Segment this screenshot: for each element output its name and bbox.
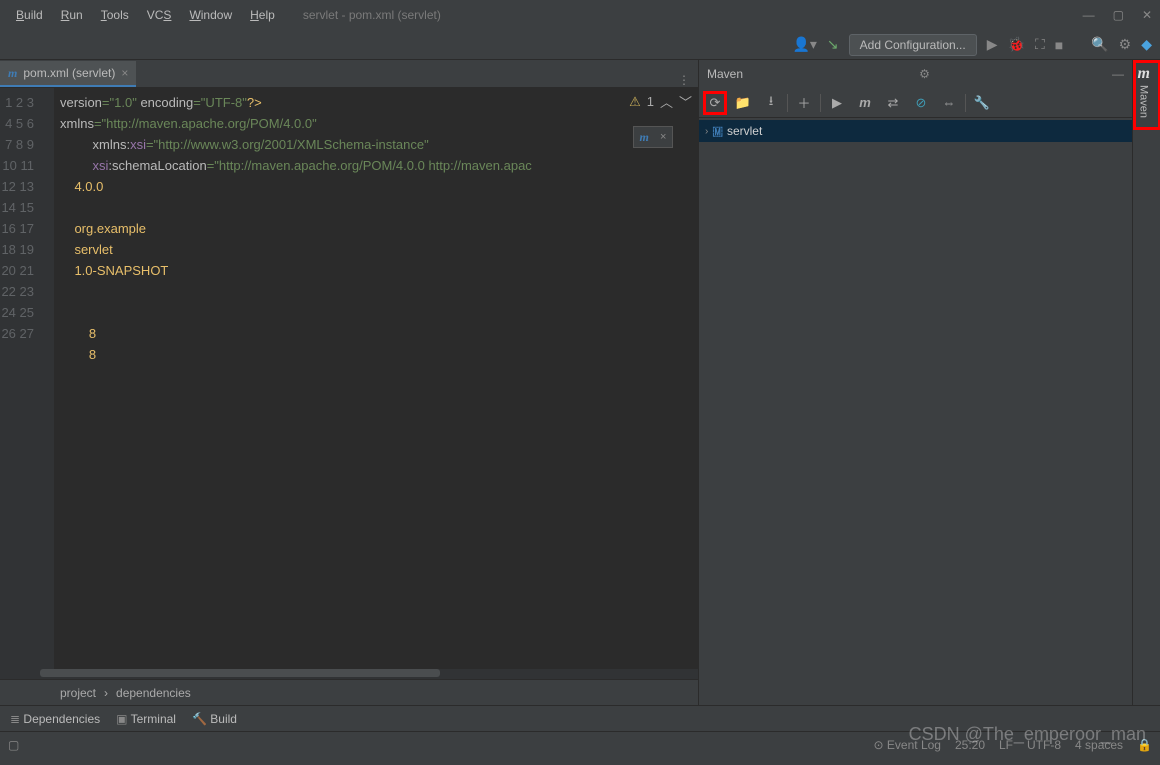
maven-logo-icon: m (1138, 65, 1156, 83)
maven-title: Maven (707, 67, 743, 81)
coverage-icon[interactable]: ⛶ (1035, 36, 1045, 53)
crumb-project[interactable]: project (60, 686, 96, 700)
stop-icon[interactable]: ■ (1055, 37, 1063, 53)
ide-icon[interactable]: ◆ (1141, 36, 1152, 53)
menu-tools[interactable]: Tools (93, 4, 137, 26)
nav-up-icon[interactable]: ︿ (660, 92, 673, 111)
run-icon[interactable]: ▶ (987, 36, 998, 53)
maven-wrench-icon[interactable]: 🔧 (970, 91, 994, 115)
event-log-link[interactable]: ⊙ Event Log (874, 738, 941, 752)
horizontal-scrollbar[interactable] (0, 669, 698, 679)
line-ending[interactable]: LF (999, 738, 1013, 752)
warning-count: 1 (647, 94, 654, 109)
lock-icon[interactable]: 🔒 (1137, 738, 1152, 752)
caret-position[interactable]: 25:20 (955, 738, 985, 752)
tab-close-icon[interactable]: × (121, 66, 128, 80)
hammer-icon[interactable]: ↘ (827, 36, 839, 53)
maven-tool-tab[interactable]: m Maven (1133, 60, 1160, 130)
maven-widget-icon: m (640, 130, 649, 145)
file-encoding[interactable]: UTF-8 (1027, 738, 1061, 752)
indent-setting[interactable]: 4 spaces (1075, 738, 1123, 752)
maven-panel-header: Maven ⚙ — (699, 60, 1132, 88)
maven-m-icon[interactable]: m (853, 91, 877, 115)
crumb-sep: › (104, 686, 108, 700)
close-icon[interactable]: ✕ (1142, 8, 1152, 22)
maven-file-icon: m (8, 66, 17, 81)
tree-expand-icon[interactable]: › (705, 126, 708, 137)
menu-help[interactable]: Help (242, 4, 283, 26)
menu-run[interactable]: Run (53, 4, 91, 26)
maven-hide-icon[interactable]: — (1112, 67, 1124, 81)
maven-run-icon[interactable]: ▶ (825, 91, 849, 115)
menu-build[interactable]: Build (8, 4, 51, 26)
maven-project-node[interactable]: › 🇲 servlet (699, 120, 1132, 142)
maven-module-icon: 🇲 (712, 124, 723, 139)
debug-icon[interactable]: 🐞 (1008, 36, 1025, 53)
minimize-icon[interactable]: — (1083, 8, 1095, 22)
warning-icon[interactable]: ⚠ (629, 94, 641, 110)
crumb-dependencies[interactable]: dependencies (116, 686, 191, 700)
nav-down-icon[interactable]: ﹀ (679, 92, 692, 111)
terminal-tool[interactable]: ▣ Terminal (116, 712, 176, 726)
maven-project-label: servlet (727, 124, 762, 138)
dependencies-tool[interactable]: ≣ Dependencies (10, 712, 100, 726)
tab-label: pom.xml (servlet) (23, 66, 115, 80)
fold-gutter[interactable] (42, 88, 54, 669)
line-gutter: 1 2 3 4 5 6 7 8 9 10 11 12 13 14 15 16 1… (0, 88, 42, 669)
maven-toolbar: ⟳ 📁 ⭳ ＋ ▶ m ⇄ ⊘ ⇔ 🔧 (699, 88, 1132, 118)
user-icon[interactable]: 👤▾ (792, 36, 816, 53)
maven-add-icon[interactable]: ＋ (792, 91, 816, 115)
maven-side-label: Maven (1138, 85, 1150, 118)
menu-window[interactable]: Window (181, 4, 240, 26)
maven-float-widget[interactable]: m × (633, 126, 673, 148)
maven-widget-close-icon[interactable]: × (660, 131, 666, 143)
maximize-icon[interactable]: ▢ (1113, 8, 1124, 22)
maven-generate-icon[interactable]: 📁 (731, 91, 755, 115)
code-editor[interactable]: 1 2 3 4 5 6 7 8 9 10 11 12 13 14 15 16 1… (0, 88, 698, 669)
maven-settings-icon[interactable]: ⚙ (919, 67, 930, 81)
maven-reload-icon[interactable]: ⟳ (703, 91, 727, 115)
search-icon[interactable]: 🔍 (1091, 36, 1108, 53)
build-tool[interactable]: 🔨 Build (192, 712, 237, 726)
maven-tree[interactable]: › 🇲 servlet (699, 118, 1132, 705)
tab-more-icon[interactable]: ⋮ (670, 73, 698, 87)
breadcrumb[interactable]: project › dependencies (0, 679, 698, 705)
main-menu[interactable]: Build Run Tools VCS Window Help (8, 4, 283, 26)
window-title: servlet - pom.xml (servlet) (303, 8, 441, 22)
maven-skip-icon[interactable]: ⊘ (909, 91, 933, 115)
settings-icon[interactable]: ⚙ (1119, 36, 1132, 53)
maven-toggle-icon[interactable]: ⇄ (881, 91, 905, 115)
add-configuration-button[interactable]: Add Configuration... (849, 34, 977, 56)
maven-collapse-icon[interactable]: ⇔ (937, 91, 961, 115)
editor-tab[interactable]: m pom.xml (servlet) × (0, 61, 136, 87)
status-left-icon[interactable]: ▢ (8, 738, 19, 752)
menu-vcs[interactable]: VCS (139, 4, 180, 26)
maven-download-icon[interactable]: ⭳ (759, 91, 783, 115)
